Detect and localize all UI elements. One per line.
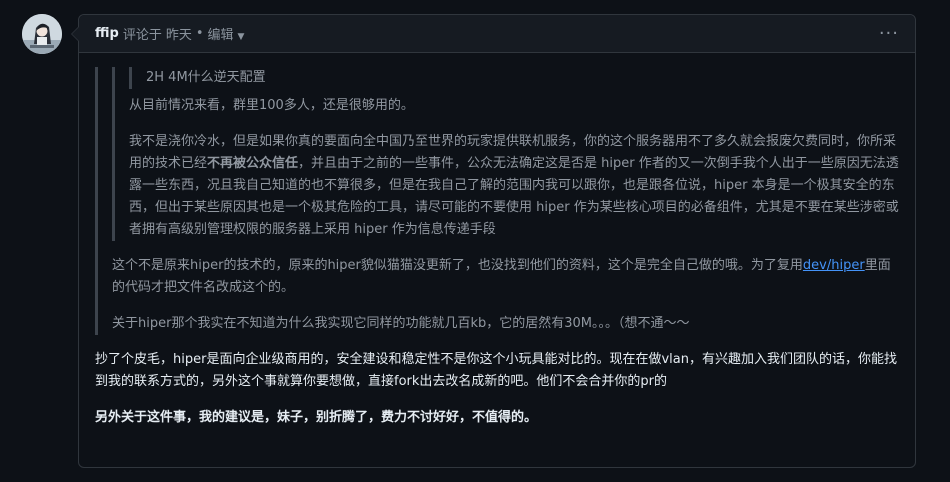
comment-action: 评论于 <box>122 28 162 43</box>
quote-level1-paragraph-1: 这个不是原来hiper的技术的，原来的hiper貌似猫猫没更新了，也没找到他们的… <box>112 255 899 299</box>
comment-author[interactable]: ffip <box>95 26 119 41</box>
avatar-image <box>22 14 62 54</box>
blockquote-level-2: 2H 4M什么逆天配置 从目前情况来看，群里100多人，还是很够用的。 我不是浇… <box>112 67 899 241</box>
reply-paragraph-1: 抄了个皮毛，hiper是面向企业级商用的，安全建设和稳定性不是你这个小玩具能对比… <box>95 352 897 389</box>
comment-body: 2H 4M什么逆天配置 从目前情况来看，群里100多人，还是很够用的。 我不是浇… <box>79 53 915 429</box>
chevron-down-icon: ▼ <box>237 32 245 42</box>
comment-time[interactable]: 昨天 <box>166 24 192 43</box>
quote-level1-pre: 这个不是原来hiper的技术的，原来的hiper貌似猫猫没更新了，也没找到他们的… <box>112 258 803 273</box>
edited-dropdown[interactable]: 编辑 ▼ <box>208 24 245 43</box>
dev-hiper-link[interactable]: dev/hiper <box>803 258 865 273</box>
reply-paragraph-2: 另外关于这件事，我的建议是，妹子，别折腾了，费力不讨好好，不值得的。 <box>95 410 538 425</box>
more-options-icon[interactable]: ··· <box>879 24 899 43</box>
blockquote-level-1: 2H 4M什么逆天配置 从目前情况来看，群里100多人，还是很够用的。 我不是浇… <box>95 67 899 335</box>
quote-level2-text: 从目前情况来看，群里100多人，还是很够用的。 <box>129 98 414 113</box>
quote-level2-paragraph: 我不是浇你冷水，但是如果你真的要面向全中国乃至世界的玩家提供联机服务，你的这个服… <box>129 131 899 241</box>
comment-separator: • <box>195 26 204 41</box>
blockquote-level-3: 2H 4M什么逆天配置 <box>129 67 899 89</box>
edited-label: 编辑 <box>207 28 234 43</box>
quote-level2-bold: 不再被公众信任 <box>207 156 299 171</box>
comment-header: ffip 评论于 昨天 • 编辑 ▼ ··· <box>79 15 915 53</box>
comment-box: ffip 评论于 昨天 • 编辑 ▼ ··· 2H 4M什么逆天配置 从目前情况来… <box>71 14 916 468</box>
quote-level3-text: 2H 4M什么逆天配置 <box>146 70 266 85</box>
quote-level1-paragraph-2: 关于hiper那个我实在不知道为什么我实现它同样的功能就几百kb，它的居然有30… <box>112 316 690 331</box>
avatar[interactable] <box>22 14 62 54</box>
